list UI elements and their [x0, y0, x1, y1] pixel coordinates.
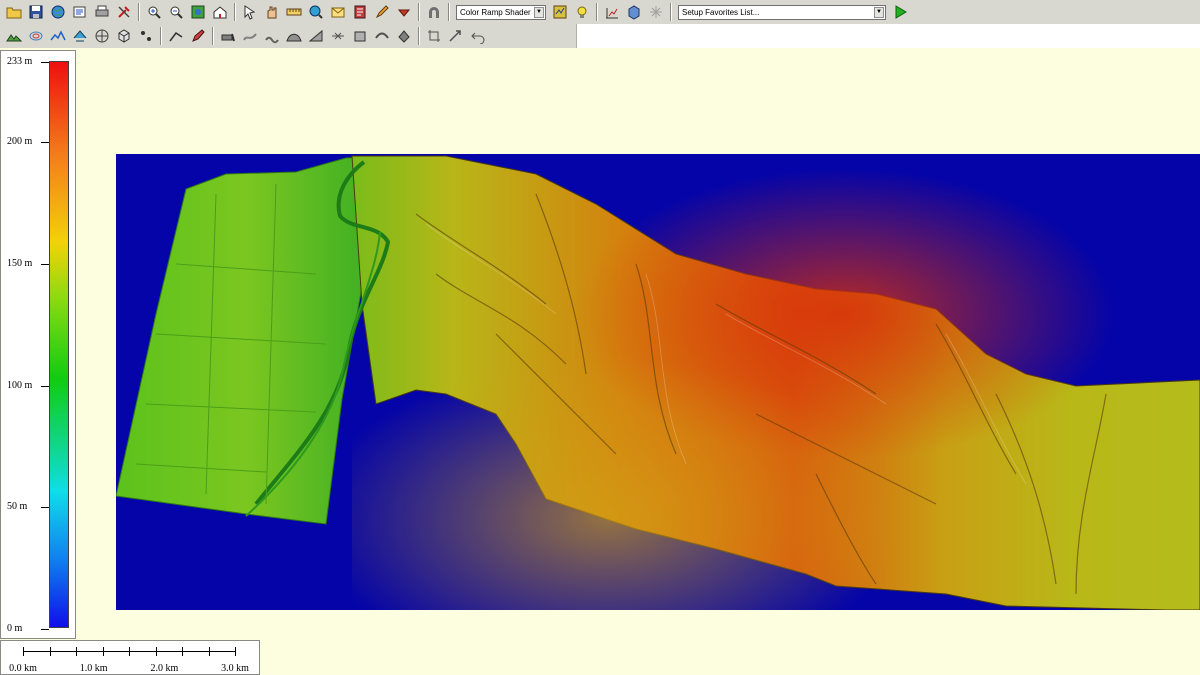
legend-tick: [41, 629, 49, 630]
globe-search-icon[interactable]: [306, 2, 326, 22]
legend-label: 233 m: [7, 56, 33, 67]
volume-icon[interactable]: [350, 26, 370, 46]
transform-icon[interactable]: [446, 26, 466, 46]
chart-icon[interactable]: [602, 2, 622, 22]
watershed-icon[interactable]: [70, 26, 90, 46]
select-icon[interactable]: [240, 2, 260, 22]
lighting-icon[interactable]: [572, 2, 592, 22]
print-icon[interactable]: [92, 2, 112, 22]
flow-icon[interactable]: [262, 26, 282, 46]
zoom-out-icon[interactable]: [166, 2, 186, 22]
stream-icon[interactable]: [240, 26, 260, 46]
tunnel-icon[interactable]: [424, 2, 444, 22]
scale-bar: 0.0 km 1.0 km 2.0 km 3.0 km: [0, 640, 260, 675]
legend-label: 100 m: [7, 379, 33, 391]
scale-bar-label: 0.0 km: [9, 663, 37, 674]
legend-label: 0 m: [7, 623, 23, 634]
favorites-select-value: Setup Favorites List...: [682, 7, 760, 17]
toolbar-separator: [448, 3, 450, 21]
toolbar-empty-area: [576, 24, 1200, 48]
chevron-down-icon[interactable]: ▼: [534, 6, 544, 18]
envelope-icon[interactable]: [328, 2, 348, 22]
contour-icon[interactable]: [26, 26, 46, 46]
home-icon[interactable]: [210, 2, 230, 22]
legend-tick: [41, 507, 49, 509]
point-tool-icon[interactable]: [136, 26, 156, 46]
legend-label: 150 m: [7, 257, 33, 269]
east-hills: [351, 155, 1200, 610]
scale-bar-label: 3.0 km: [221, 663, 249, 674]
edit-icon[interactable]: [372, 2, 392, 22]
legend-tick: [41, 142, 49, 144]
scale-bar-label: 2.0 km: [150, 663, 179, 674]
toolbar-area: Color Ramp Shader ▼ Setup Favorites List..…: [0, 0, 1200, 48]
toolbar-separator: [418, 3, 420, 21]
full-extent-icon[interactable]: [188, 2, 208, 22]
cube-icon[interactable]: [114, 26, 134, 46]
hill-icon[interactable]: [284, 26, 304, 46]
save-icon[interactable]: [26, 2, 46, 22]
toolbar-separator: [212, 27, 214, 45]
terrain-svg: [116, 154, 1200, 610]
sparkle-icon[interactable]: [646, 2, 666, 22]
measure-icon[interactable]: [284, 2, 304, 22]
toolbar-separator: [596, 3, 598, 21]
scale-bar-tick: [23, 647, 24, 656]
legend-tick: [41, 62, 49, 63]
terrain-icon[interactable]: [4, 26, 24, 46]
toolbar-separator: [418, 27, 420, 45]
scale-bar-label: 1.0 km: [79, 663, 108, 674]
line-tool-icon[interactable]: [166, 26, 186, 46]
shader-settings-icon[interactable]: [550, 2, 570, 22]
open-folder-icon[interactable]: [4, 2, 24, 22]
legend-label: 50 m: [7, 501, 28, 513]
bookmark-icon[interactable]: [394, 2, 414, 22]
elevation-legend: 233 m 200 m 150 m 100 m 50 m 0 m: [0, 50, 76, 639]
shader-select[interactable]: Color Ramp Shader ▼: [456, 4, 546, 20]
globe-icon[interactable]: [48, 2, 68, 22]
layer-properties-icon[interactable]: [70, 2, 90, 22]
scale-bar-tick: [49, 647, 51, 656]
scale-bar-tick: [129, 647, 130, 656]
zoom-in-icon[interactable]: [144, 2, 164, 22]
tools-icon[interactable]: [114, 2, 134, 22]
shader-select-value: Color Ramp Shader: [460, 7, 531, 17]
dozer-icon[interactable]: [218, 26, 238, 46]
toolbar-separator: [670, 3, 672, 21]
scale-bar-tick: [102, 647, 104, 656]
digitizer-toolbar: [0, 24, 576, 48]
main-toolbar: Color Ramp Shader ▼ Setup Favorites List..…: [0, 0, 1200, 24]
undo-icon[interactable]: [468, 26, 488, 46]
favorites-select[interactable]: Setup Favorites List... ▼: [678, 4, 886, 20]
play-icon[interactable]: [890, 2, 910, 22]
crop-icon[interactable]: [424, 26, 444, 46]
chevron-down-icon[interactable]: ▼: [874, 6, 884, 18]
toolbar-separator: [138, 3, 140, 21]
3d-view-icon[interactable]: [624, 2, 644, 22]
pan-icon[interactable]: [262, 2, 282, 22]
toolbar-separator: [160, 27, 162, 45]
toolbar-separator: [234, 3, 236, 21]
scale-bar-tick: [235, 647, 236, 656]
slope-icon[interactable]: [306, 26, 326, 46]
scale-bar-tick: [76, 647, 77, 656]
legend-tick: [41, 263, 49, 265]
pen-icon[interactable]: [188, 26, 208, 46]
scale-bar-tick: [155, 647, 157, 656]
map-view[interactable]: [116, 154, 1200, 610]
smooth-icon[interactable]: [372, 26, 392, 46]
scale-bar-tick: [182, 647, 183, 656]
scale-bar-tick: [208, 647, 210, 656]
cut-fill-icon[interactable]: [328, 26, 348, 46]
inspect-icon[interactable]: [350, 2, 370, 22]
grid-icon[interactable]: [92, 26, 112, 46]
profile-icon[interactable]: [48, 26, 68, 46]
legend-tick: [41, 385, 49, 387]
fill-icon[interactable]: [394, 26, 414, 46]
color-ramp-bar: [49, 61, 69, 628]
legend-label: 200 m: [7, 136, 33, 148]
